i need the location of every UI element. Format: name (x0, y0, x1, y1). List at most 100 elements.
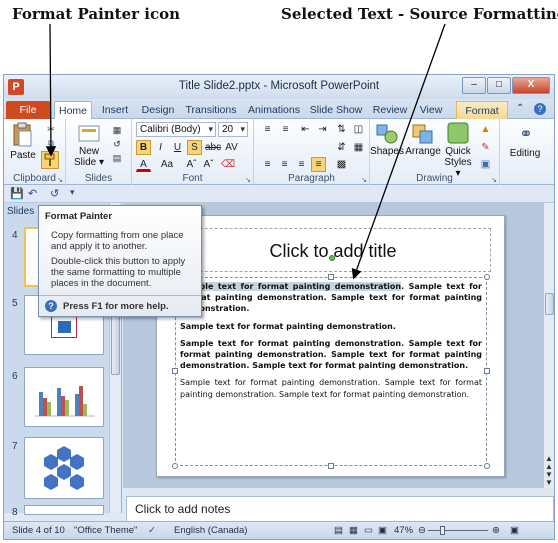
shape-fill-icon[interactable]: ▲ (478, 122, 493, 137)
layout-icon[interactable]: ▦ (110, 124, 124, 136)
arrange-icon[interactable] (410, 123, 436, 145)
slide-thumbnail-7[interactable] (24, 437, 104, 499)
slide-sorter-icon[interactable]: ▦ (349, 525, 358, 536)
section-icon[interactable]: ▤ (110, 152, 124, 164)
tab-format[interactable]: Format (456, 101, 508, 119)
paragraph-1[interactable]: Sample text for format painting demonstr… (180, 281, 482, 315)
quick-styles-icon[interactable] (446, 121, 470, 145)
spellcheck-icon[interactable]: ✓ (148, 525, 156, 536)
zoom-in-icon[interactable]: ⊕ (492, 525, 500, 536)
italic-button[interactable]: I (153, 140, 168, 155)
font-color-icon[interactable]: A (136, 157, 151, 172)
resize-handle-s[interactable] (328, 463, 334, 469)
normal-view-icon[interactable]: ▤ (334, 525, 343, 536)
line-spacing-icon[interactable]: ⇅ (334, 122, 349, 137)
tab-review[interactable]: Review (370, 101, 410, 119)
grow-font-icon[interactable]: Aˆ (184, 157, 199, 172)
format-painter-icon[interactable] (41, 151, 59, 169)
strikethrough-button[interactable]: abc (204, 140, 221, 155)
slide-thumbnail-8[interactable] (24, 505, 104, 515)
language-indicator[interactable]: English (Canada) (174, 525, 247, 536)
copy-icon[interactable]: ⧉ (44, 137, 58, 149)
close-button[interactable]: X (512, 77, 550, 94)
drawing-launcher-icon[interactable]: ↘ (491, 176, 497, 184)
font-name-select[interactable]: Calibri (Body) (136, 122, 216, 137)
bold-button[interactable]: B (136, 140, 151, 155)
font-size-select[interactable]: 20 (218, 122, 248, 137)
help-icon[interactable]: ? (534, 103, 546, 115)
resize-handle-n[interactable] (328, 274, 334, 280)
shapes-icon[interactable] (374, 123, 400, 145)
new-slide-icon[interactable] (76, 123, 102, 145)
zoom-slider[interactable] (428, 530, 488, 531)
undo-icon[interactable]: ↶ (28, 187, 37, 200)
increase-indent-icon[interactable]: ⇥ (315, 122, 330, 137)
editor-horizontal-scrollbar[interactable] (123, 488, 554, 496)
resize-handle-ne[interactable] (484, 274, 490, 280)
slides-scroll-thumb[interactable] (111, 315, 120, 375)
reading-view-icon[interactable]: ▭ (364, 525, 373, 536)
new-slide-label-1[interactable]: New (72, 146, 106, 157)
zoom-out-icon[interactable]: ⊖ (418, 525, 426, 536)
change-case-icon[interactable]: Aa (156, 157, 178, 172)
resize-handle-e[interactable] (484, 368, 490, 374)
customize-qat-icon[interactable]: ▾ (70, 187, 75, 198)
columns-icon[interactable]: ◫ (351, 122, 366, 137)
numbering-icon[interactable]: ≡ (278, 122, 293, 137)
tab-design[interactable]: Design (138, 101, 178, 119)
resize-handle-sw[interactable] (172, 463, 178, 469)
resize-handle-w[interactable] (172, 368, 178, 374)
next-slide-icon[interactable]: ▼ ▼ (545, 471, 553, 487)
paragraph-3[interactable]: Sample text for format painting demonstr… (180, 338, 482, 372)
text-direction-icon[interactable]: ⇵ (334, 140, 349, 155)
binoculars-icon[interactable]: ⚭ (514, 123, 538, 145)
slides-tab[interactable]: Slides (7, 206, 34, 217)
quick-styles-label-1[interactable]: Quick (442, 146, 474, 157)
paragraph-4[interactable]: Sample text for format painting demonstr… (180, 377, 482, 399)
editor-scrollbar[interactable]: ▲ ▲ ▼ ▼ (543, 203, 554, 488)
underline-button[interactable]: U (170, 140, 185, 155)
minimize-ribbon-icon[interactable]: ⌃ (516, 103, 524, 114)
reset-icon[interactable]: ↺ (110, 138, 124, 150)
title-placeholder[interactable]: Click to add title (175, 228, 491, 272)
minimize-button[interactable]: – (462, 77, 486, 94)
tab-file[interactable]: File (6, 101, 50, 119)
decrease-indent-icon[interactable]: ⇤ (298, 122, 313, 137)
zoom-slider-knob[interactable] (440, 526, 446, 535)
cut-icon[interactable]: ✂ (44, 123, 58, 135)
notes-pane[interactable]: Click to add notes (126, 496, 554, 523)
content-placeholder[interactable]: Sample text for format painting demonstr… (175, 277, 487, 466)
align-center-icon[interactable]: ≡ (277, 157, 292, 172)
clear-formatting-icon[interactable]: ⌫ (220, 157, 235, 172)
save-icon[interactable]: 💾 (10, 187, 24, 200)
previous-slide-icon[interactable]: ▲ ▲ (545, 455, 553, 471)
resize-handle-se[interactable] (484, 463, 490, 469)
new-slide-label-2[interactable]: Slide ▾ (72, 157, 106, 168)
editor-scroll-thumb[interactable] (545, 293, 554, 315)
shape-outline-icon[interactable]: ✎ (478, 140, 493, 155)
font-launcher-icon[interactable]: ↘ (245, 176, 251, 184)
slideshow-view-icon[interactable]: ▣ (378, 525, 387, 536)
tab-view[interactable]: View (414, 101, 448, 119)
paste-button[interactable]: Paste (10, 150, 36, 161)
selected-text[interactable]: Sample text for format painting demonstr… (180, 282, 402, 291)
justify-icon[interactable]: ≡ (311, 157, 326, 172)
shapes-button[interactable]: Shapes (370, 146, 404, 157)
tab-transitions[interactable]: Transitions (182, 101, 240, 119)
shrink-font-icon[interactable]: Aˇ (201, 157, 216, 172)
fit-to-window-icon[interactable]: ▣ (510, 525, 519, 536)
align-right-icon[interactable]: ≡ (294, 157, 309, 172)
rotation-handle[interactable] (329, 255, 335, 261)
tab-slide-show[interactable]: Slide Show (308, 101, 364, 119)
clipboard-launcher-icon[interactable]: ↘ (57, 176, 63, 184)
arrange-button[interactable]: Arrange (404, 146, 442, 157)
restore-button[interactable]: □ (487, 77, 511, 94)
paragraph-2[interactable]: Sample text for format painting demonstr… (180, 321, 482, 332)
shape-effects-icon[interactable]: ▣ (478, 157, 493, 172)
tab-home[interactable]: Home (54, 101, 92, 119)
slide-thumbnail-6[interactable] (24, 367, 104, 427)
align-text-icon[interactable]: ▦ (351, 140, 366, 155)
paste-icon[interactable] (10, 122, 34, 148)
zoom-level[interactable]: 47% (394, 525, 413, 536)
paragraph-launcher-icon[interactable]: ↘ (361, 176, 367, 184)
